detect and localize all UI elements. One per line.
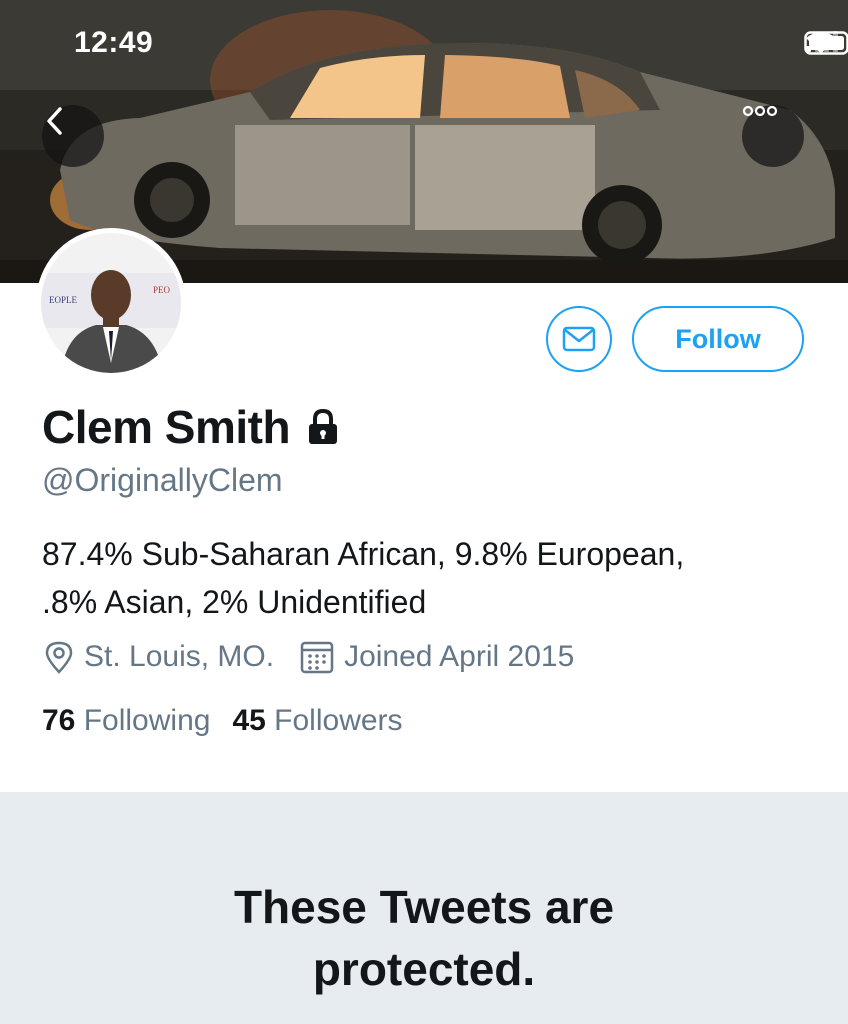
followers-count-link[interactable]: 45 Followers <box>232 704 402 738</box>
avatar-image: EOPLE PEO <box>41 233 181 373</box>
battery-icon <box>804 31 848 55</box>
profile-handle: @OriginallyClem <box>42 462 283 498</box>
profile-location: St. Louis, MO. <box>84 640 275 673</box>
follow-counts: 76 Following 45 Followers <box>42 704 425 738</box>
profile-joined: Joined April 2015 <box>344 640 575 673</box>
protected-line-1: These Tweets are <box>233 881 615 933</box>
more-options-button[interactable] <box>742 105 804 167</box>
profile-bio: 87.4% Sub-Saharan African, 9.8% European… <box>42 530 822 626</box>
message-button[interactable] <box>546 306 612 372</box>
followers-label: Followers <box>274 704 403 737</box>
svg-text:EOPLE: EOPLE <box>49 295 78 305</box>
bio-line-2: .8% Asian, 2% Unidentified <box>42 584 427 620</box>
followers-count: 45 <box>232 704 275 737</box>
status-time: 12:49 <box>74 26 154 59</box>
protected-notice-title: These Tweets are protected. <box>0 876 848 1000</box>
chevron-left-icon <box>47 107 62 135</box>
protected-line-2: protected. <box>312 943 536 995</box>
lock-icon <box>309 408 338 444</box>
envelope-icon <box>562 326 596 352</box>
follow-button[interactable]: Follow <box>632 306 804 372</box>
joined-item: Joined April 2015 <box>300 640 574 674</box>
svg-text:PEO: PEO <box>153 285 171 295</box>
profile-avatar[interactable]: EOPLE PEO <box>36 228 186 378</box>
location-pin-icon <box>45 641 73 674</box>
profile-name-row: Clem Smith <box>42 400 342 454</box>
more-dots-icon <box>742 105 778 117</box>
profile-name: Clem Smith <box>42 401 291 453</box>
profile-meta: St. Louis, MO. Joined April 2015 <box>44 640 600 674</box>
following-count-link[interactable]: 76 Following <box>42 704 210 738</box>
bio-line-1: 87.4% Sub-Saharan African, 9.8% European… <box>42 536 685 572</box>
following-label: Following <box>83 704 211 737</box>
calendar-icon <box>300 641 334 674</box>
following-count: 76 <box>42 704 84 737</box>
location-item: St. Louis, MO. <box>44 640 274 674</box>
back-button[interactable] <box>42 105 104 167</box>
